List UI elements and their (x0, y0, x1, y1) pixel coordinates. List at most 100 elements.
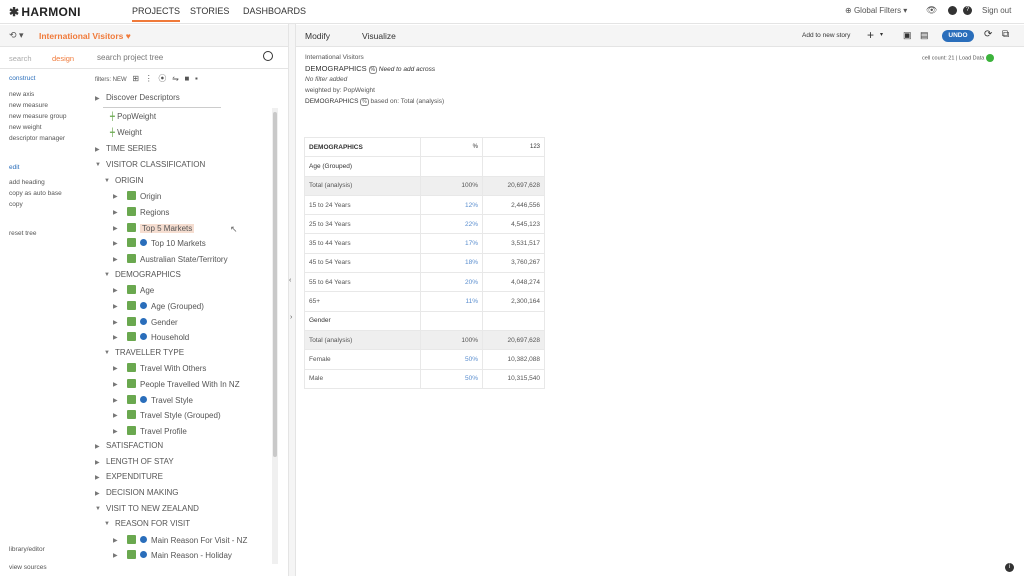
pin-icon[interactable]: ⦿ (158, 74, 166, 83)
tree-item-expenditure[interactable]: EXPENDITURE (106, 472, 163, 481)
filters-label[interactable]: filters: NEW (95, 77, 127, 83)
collapse-left-icon[interactable]: ‹ (289, 277, 291, 284)
tree-item-origin[interactable]: Origin (127, 191, 161, 201)
search-icon[interactable] (263, 51, 273, 61)
settings-icon[interactable]: % (368, 66, 377, 74)
tree-item-top10-markets[interactable]: Top 10 Markets (127, 238, 206, 248)
nav-projects[interactable]: PROJECTS (132, 6, 181, 22)
nav-dashboards[interactable]: DASHBOARDS (243, 6, 306, 16)
tree-item-time-series[interactable]: TIME SERIES (106, 144, 157, 153)
contrast-icon[interactable] (948, 6, 957, 16)
table-header-num[interactable]: 123 (482, 136, 545, 158)
undo-button[interactable]: UNDO (942, 30, 974, 42)
tree-item-demographics-group[interactable]: DEMOGRAPHICS (115, 270, 181, 279)
grid-icon[interactable]: ⊞ (132, 74, 139, 83)
tree-item-weight[interactable]: ┿ Weight (110, 128, 142, 137)
tree-item-satisfaction[interactable]: SATISFACTION (106, 441, 163, 450)
chevron-right-icon[interactable]: ▶ (113, 428, 118, 435)
chevron-right-icon[interactable]: ▶ (95, 95, 100, 102)
tree-item-regions[interactable]: Regions (127, 207, 169, 217)
tree-item-traveller-type[interactable]: TRAVELLER TYPE (115, 348, 184, 357)
chevron-right-icon[interactable]: ▶ (95, 443, 100, 450)
view-sources-link[interactable]: view sources (9, 564, 47, 571)
add-icon[interactable]: + (867, 28, 874, 42)
chevron-right-icon[interactable]: ▶ (113, 381, 118, 388)
tree-item-visitor-classification[interactable]: VISITOR CLASSIFICATION (106, 160, 205, 169)
chevron-right-icon[interactable]: ▶ (95, 474, 100, 481)
construct-link[interactable]: construct (9, 75, 35, 82)
add-heading-link[interactable]: add heading (9, 179, 45, 186)
chevron-right-icon[interactable]: ▶ (113, 303, 118, 310)
chevron-down-icon[interactable]: ▼ (104, 350, 110, 356)
new-measure-group-link[interactable]: new measure group (9, 113, 66, 120)
table-header-pct[interactable]: % (420, 136, 483, 158)
chevron-down-icon[interactable]: ▾ (880, 31, 883, 38)
excel-icon[interactable]: ▣ (903, 30, 912, 41)
new-weight-link[interactable]: new weight (9, 124, 42, 131)
settings-icon[interactable]: % (360, 98, 369, 106)
chevron-down-icon[interactable]: ▼ (104, 521, 110, 527)
descriptor-manager-link[interactable]: descriptor manager (9, 135, 65, 142)
reset-tree-link[interactable]: reset tree (9, 230, 36, 237)
library-editor-link[interactable]: library/editor (9, 546, 45, 553)
tree-item-travel-style[interactable]: Travel Style (127, 395, 193, 405)
tree-item-decision-making[interactable]: DECISION MAKING (106, 488, 178, 497)
chevron-right-icon[interactable]: ▶ (113, 225, 118, 232)
sign-out-link[interactable]: Sign out (982, 6, 1011, 15)
cell-count-text[interactable]: cell count: 21 | Load Data (922, 55, 984, 61)
chevron-down-icon[interactable]: ▼ (104, 178, 110, 184)
layout-icon[interactable]: ▪ (195, 74, 198, 83)
chevron-right-icon[interactable]: ▶ (113, 334, 118, 341)
tree-item-discover[interactable]: Discover Descriptors (106, 93, 180, 102)
global-filters-button[interactable]: ⊕ Global Filters ▾ (845, 6, 907, 15)
tree-item-length-of-stay[interactable]: LENGTH OF STAY (106, 457, 174, 466)
history-icon[interactable]: ⟲ ▾ (9, 30, 24, 41)
search-input[interactable]: search project tree (97, 53, 163, 62)
tree-item-australian-state[interactable]: Australian State/Territory (127, 254, 228, 264)
tree-item-household[interactable]: Household (127, 332, 189, 342)
tree-scrollbar-thumb[interactable] (273, 112, 277, 457)
copy-link[interactable]: copy (9, 201, 23, 208)
tree-item-travel-with-others[interactable]: Travel With Others (127, 363, 206, 373)
new-axis-link[interactable]: new axis (9, 91, 34, 98)
eye-icon[interactable]: 👁 (926, 5, 937, 16)
chevron-right-icon[interactable]: ▶ (113, 256, 118, 263)
chevron-right-icon[interactable]: ▶ (95, 146, 100, 153)
tree-item-people-travelled[interactable]: People Travelled With In NZ (127, 379, 240, 389)
tree-item-main-reason-nz[interactable]: Main Reason For Visit - NZ (127, 535, 247, 545)
tree-item-origin-group[interactable]: ORIGIN (115, 176, 143, 185)
column-icon[interactable]: ⋮ (145, 74, 153, 83)
chevron-right-icon[interactable]: ▶ (95, 490, 100, 497)
tree-item-visit-to-nz[interactable]: VISIT TO NEW ZEALAND (106, 504, 199, 513)
refresh-icon[interactable]: ⟳ (984, 29, 992, 40)
edit-link[interactable]: edit (9, 164, 19, 171)
chevron-right-icon[interactable]: ▶ (113, 397, 118, 404)
chevron-right-icon[interactable]: ▶ (113, 412, 118, 419)
chevron-right-icon[interactable]: ▶ (113, 537, 118, 544)
mode-design-tab[interactable]: design (52, 54, 74, 63)
app-logo[interactable]: ✱ HARMONI (9, 5, 81, 19)
chevron-right-icon[interactable]: ▶ (113, 319, 118, 326)
chevron-right-icon[interactable]: ▶ (113, 365, 118, 372)
chevron-down-icon[interactable]: ▼ (95, 506, 101, 512)
nav-stories[interactable]: STORIES (190, 6, 229, 16)
tab-modify[interactable]: Modify (305, 31, 330, 41)
chevron-right-icon[interactable]: ▶ (113, 209, 118, 216)
tree-item-gender[interactable]: Gender (127, 317, 178, 327)
chevron-down-icon[interactable]: ▼ (95, 162, 101, 168)
panel-splitter[interactable]: ‹ › (288, 24, 296, 576)
tree-item-main-reason-holiday[interactable]: Main Reason - Holiday (127, 550, 232, 560)
square-icon[interactable]: ■ (184, 74, 189, 83)
expand-icon[interactable]: ⧉ (1002, 29, 1009, 40)
chevron-right-icon[interactable]: ▶ (113, 552, 118, 559)
shuffle-icon[interactable]: ⇋ (172, 74, 179, 83)
chevron-right-icon[interactable]: ▶ (113, 193, 118, 200)
help-icon[interactable]: ? (963, 6, 972, 16)
info-icon[interactable]: i (1005, 563, 1014, 572)
new-measure-link[interactable]: new measure (9, 102, 48, 109)
tree-item-travel-style-grouped[interactable]: Travel Style (Grouped) (127, 410, 221, 420)
add-to-story-link[interactable]: Add to new story (802, 32, 850, 39)
tree-item-top5-markets[interactable]: Top 5 Markets (127, 223, 195, 233)
tab-visualize[interactable]: Visualize (362, 31, 396, 41)
copy-as-auto-base-link[interactable]: copy as auto base (9, 190, 62, 197)
